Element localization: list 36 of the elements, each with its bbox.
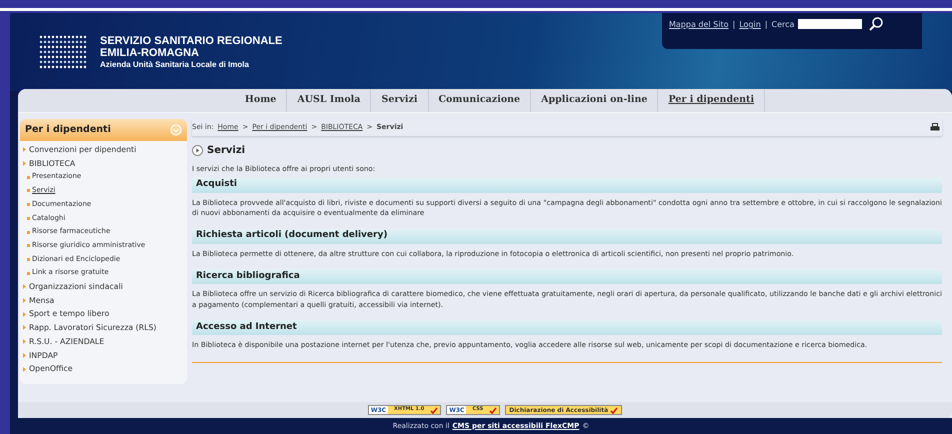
nav-link[interactable]: Servizi: [371, 89, 428, 112]
nav-link[interactable]: Home: [234, 89, 288, 112]
arrow-icon: [23, 284, 26, 290]
arrow-icon: [23, 325, 26, 330]
arrow-icon: [23, 352, 26, 358]
arrow-icon: [23, 339, 26, 344]
search-label: Cerca: [772, 19, 794, 31]
search-field[interactable]: [798, 19, 862, 29]
page-title: Servizi: [207, 144, 246, 158]
check-icon: [489, 406, 498, 414]
arrow-icon: [23, 147, 26, 152]
arrow-icon: [23, 366, 26, 372]
arrow-icon: [23, 298, 26, 304]
play-circle-icon: [192, 145, 203, 156]
nav-link[interactable]: Comunicazione: [428, 89, 532, 112]
logo-text: SERVIZIO SANITARIO REGIONALE: [100, 35, 282, 47]
arrow-icon: [23, 161, 26, 166]
search-icon[interactable]: [868, 16, 884, 32]
top-link[interactable]: Mappa del Sito: [669, 19, 729, 31]
logo-text: EMILIA-ROMAGNA: [100, 47, 200, 59]
section-heading: Ricerca bibliografica: [192, 269, 942, 284]
nav-link[interactable]: Applicazioni on-line: [531, 89, 658, 112]
separator-text: |: [732, 19, 736, 31]
arrow-icon: [23, 312, 26, 317]
sidebar-title: Per i dipendenti: [25, 122, 111, 137]
top-link[interactable]: Login: [739, 19, 761, 31]
logo-text: Azienda Unità Sanitaria Locale di Imola: [100, 59, 250, 71]
check-icon: [610, 406, 618, 414]
separator-text: |: [764, 19, 768, 31]
section-heading: Accesso ad Internet: [192, 320, 942, 336]
nav-link[interactable]: Per i dipendenti: [658, 89, 766, 112]
section-heading: Acquisti: [192, 178, 942, 193]
section-heading: Richiesta articoli (document delivery): [192, 228, 942, 244]
nav-link[interactable]: AUSL Imola: [287, 89, 372, 112]
print-icon[interactable]: [930, 123, 940, 132]
check-icon: [430, 406, 438, 414]
